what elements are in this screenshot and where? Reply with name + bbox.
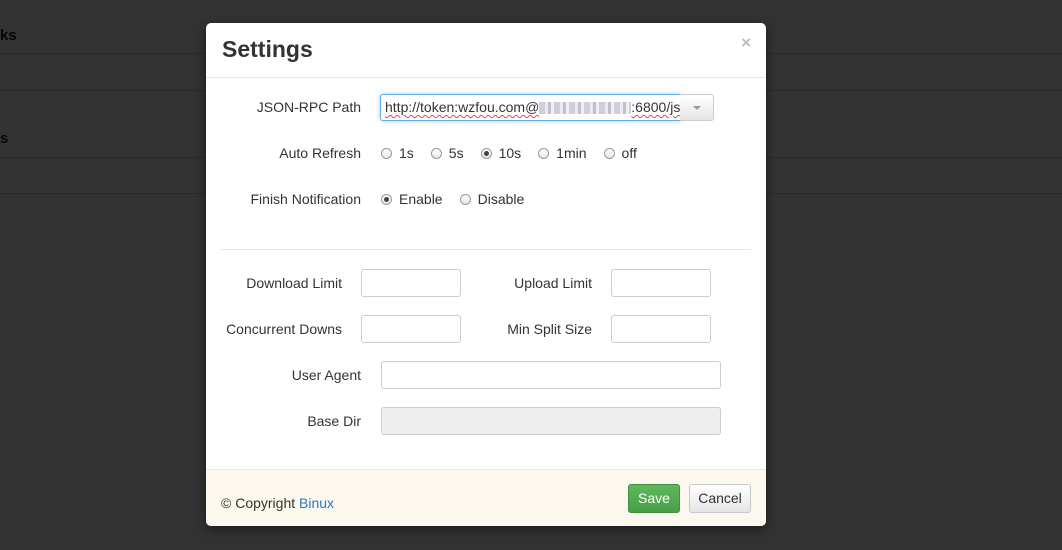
author-link[interactable]: Binux (299, 495, 334, 511)
auto-refresh-option-10s[interactable]: 10s (480, 145, 522, 161)
modal-title: Settings (222, 36, 313, 62)
option-label: 1s (399, 145, 414, 161)
option-label: 5s (448, 145, 464, 161)
download-limit-input[interactable] (361, 269, 461, 297)
upload-limit-input[interactable] (611, 269, 711, 297)
radio-icon[interactable] (381, 193, 392, 205)
radio-icon[interactable] (538, 147, 550, 159)
concurrent-downloads-input[interactable] (361, 315, 461, 343)
option-label: 10s (498, 145, 522, 161)
chevron-down-icon (693, 106, 701, 110)
radio-icon[interactable] (430, 147, 442, 159)
auto-refresh-option-off[interactable]: off (603, 145, 637, 161)
finish-notification-enable[interactable]: Enable (381, 191, 443, 207)
finish-notification-options: Enable Disable (381, 191, 541, 207)
concurrent-downloads-label: Concurrent Downs (226, 321, 342, 337)
option-label: 1min (556, 145, 587, 161)
modal-footer: © Copyright Binux Save Cancel (206, 469, 766, 526)
min-split-size-input[interactable] (611, 315, 711, 343)
rpc-path-value-prefix: http://token:wzfou.com@ (385, 99, 540, 115)
upload-limit-label: Upload Limit (514, 275, 592, 291)
base-dir-label: Base Dir (307, 413, 361, 429)
option-label: off (621, 145, 637, 161)
base-dir-input (381, 407, 721, 435)
redacted-ip (539, 102, 632, 115)
rpc-path-value-suffix: :6800/jsor (631, 99, 681, 115)
auto-refresh-option-1min[interactable]: 1min (538, 145, 587, 161)
close-icon[interactable]: × (741, 33, 751, 53)
min-split-size-label: Min Split Size (507, 321, 592, 337)
radio-icon[interactable] (603, 147, 615, 159)
auto-refresh-option-5s[interactable]: 5s (430, 145, 464, 161)
download-limit-label: Download Limit (246, 275, 342, 291)
copyright-text: © Copyright (221, 495, 300, 511)
rpc-history-dropdown[interactable] (680, 94, 714, 121)
auto-refresh-option-1s[interactable]: 1s (381, 145, 414, 161)
auto-refresh-options: 1s 5s 10s 1min off (381, 145, 654, 161)
finish-notification-label: Finish Notification (250, 191, 362, 207)
settings-modal: Settings × JSON-RPC Path http://token:wz… (206, 23, 766, 526)
save-button[interactable]: Save (628, 484, 680, 513)
radio-icon[interactable] (381, 147, 392, 159)
radio-icon[interactable] (459, 193, 471, 205)
auto-refresh-label: Auto Refresh (279, 145, 361, 161)
option-label: Enable (399, 191, 443, 207)
finish-notification-disable[interactable]: Disable (459, 191, 525, 207)
user-agent-input[interactable] (381, 361, 721, 389)
user-agent-label: User Agent (291, 367, 361, 383)
rpc-path-label: JSON-RPC Path (256, 99, 361, 115)
option-label: Disable (477, 191, 525, 207)
cancel-button[interactable]: Cancel (689, 484, 751, 513)
radio-icon[interactable] (480, 147, 492, 159)
rpc-path-input[interactable]: http://token:wzfou.com@ :6800/jsor (380, 94, 681, 121)
section-divider (221, 249, 751, 250)
modal-header: Settings × (206, 23, 766, 78)
copyright: © Copyright Binux (221, 495, 334, 511)
